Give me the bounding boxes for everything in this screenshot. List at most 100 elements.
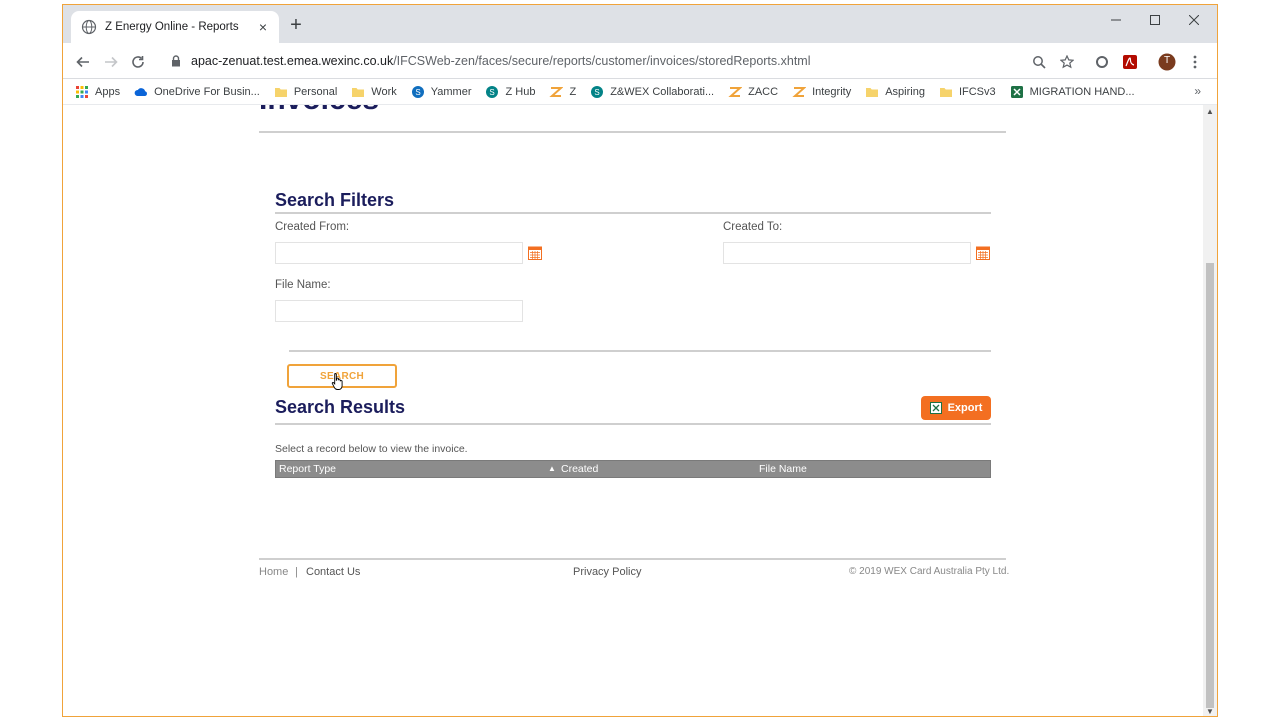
browser-window: Z Energy Online - Reports × + apac-zenua… [62, 4, 1218, 717]
reload-icon [132, 56, 144, 68]
more-vert-icon [1193, 55, 1197, 69]
folder-icon [939, 87, 952, 97]
bookmark-item[interactable]: Apps [75, 85, 120, 99]
bookmark-item[interactable]: OneDrive For Busin... [134, 85, 260, 99]
footer-copyright: © 2019 WEX Card Australia Pty Ltd. [849, 566, 1010, 577]
bookmark-item[interactable]: ZACC [728, 85, 778, 99]
zoom-button[interactable] [1029, 52, 1049, 72]
bookmark-label: Yammer [430, 85, 472, 98]
scroll-down-arrow-icon[interactable]: ▼ [1206, 707, 1214, 716]
file-name-input[interactable] [275, 300, 523, 322]
bookmark-item[interactable]: Personal [274, 85, 337, 99]
footer-separator: | [295, 566, 298, 578]
bookmark-label: Apps [95, 85, 121, 98]
bookmark-label: Work [371, 85, 397, 98]
file-name-label: File Name: [275, 279, 331, 291]
folder-icon [866, 87, 879, 97]
footer-contact-link[interactable]: Contact Us [306, 566, 360, 578]
results-table-header: Report Type ▲ Created File Name [275, 460, 991, 478]
created-to-label: Created To: [723, 221, 783, 233]
column-created[interactable]: Created [561, 463, 598, 475]
bookmark-label: MIGRATION HAND... [1029, 85, 1135, 98]
tab-reports[interactable]: Z Energy Online - Reports × [71, 11, 279, 43]
z-logo-icon [549, 86, 564, 97]
browser-toolbar: apac-zenuat.test.emea.wexinc.co.uk/IFCSW… [63, 43, 1217, 79]
reload-button[interactable] [126, 50, 150, 74]
calendar-icon[interactable] [528, 246, 542, 260]
arrow-left-icon [76, 56, 89, 68]
bookmark-item[interactable]: Aspiring [865, 85, 925, 99]
bookmark-label: Z Hub [505, 85, 536, 98]
excel-icon [1010, 85, 1023, 98]
new-tab-button[interactable]: + [285, 15, 307, 37]
column-report-type[interactable]: Report Type [279, 463, 336, 475]
address-bar[interactable]: apac-zenuat.test.emea.wexinc.co.uk/IFCSW… [159, 47, 1059, 75]
page-title: Invoices [259, 105, 379, 117]
tab-close-icon[interactable]: × [255, 19, 271, 35]
bookmark-item[interactable]: Work [351, 85, 397, 99]
star-icon [1060, 55, 1074, 69]
profile-button[interactable]: T [1157, 52, 1177, 72]
acrobat-icon [1123, 55, 1137, 69]
footer-privacy-link[interactable]: Privacy Policy [573, 566, 641, 578]
bookmark-item[interactable]: IFCSv3 [939, 85, 996, 99]
heading-divider [259, 131, 1006, 133]
globe-icon [81, 19, 97, 35]
url-text: apac-zenuat.test.emea.wexinc.co.uk/IFCSW… [191, 54, 811, 68]
created-from-input[interactable] [275, 242, 523, 264]
bookmark-label: IFCSv3 [958, 85, 996, 98]
bookmark-label: Z&WEX Collaborati... [610, 85, 715, 98]
back-button[interactable] [71, 50, 95, 74]
forward-button[interactable] [99, 50, 123, 74]
cloud-icon [134, 87, 148, 96]
bookmark-label: ZACC [748, 85, 779, 98]
bookmark-item[interactable]: S Z&WEX Collaborati... [590, 85, 714, 99]
export-button[interactable]: Export [921, 396, 991, 420]
page-viewport: Invoices Search Filters Created From: Cr… [63, 105, 1203, 716]
close-window-button[interactable] [1171, 5, 1217, 35]
calendar-icon[interactable] [976, 246, 990, 260]
created-from-label: Created From: [275, 221, 350, 233]
search-results-title: Search Results [275, 397, 406, 417]
apps-grid-icon [76, 85, 88, 98]
search-filters-title: Search Filters [275, 190, 395, 210]
minimize-icon [1111, 19, 1121, 21]
folder-icon [274, 87, 287, 97]
filters-bottom-divider [289, 350, 991, 352]
close-icon [1189, 15, 1199, 25]
bookmark-item[interactable]: S Z Hub [485, 85, 535, 99]
menu-button[interactable] [1185, 52, 1205, 72]
bookmark-label: Integrity [812, 85, 852, 98]
desktop-left [0, 0, 62, 720]
bookmarks-overflow-button[interactable]: » [1194, 84, 1201, 98]
folder-icon [352, 87, 365, 97]
results-hint: Select a record below to view the invoic… [275, 443, 468, 455]
footer-divider [259, 558, 1006, 560]
page-scrollbar[interactable]: ▲ ▼ [1203, 105, 1217, 716]
scroll-thumb[interactable] [1206, 263, 1214, 708]
scroll-up-arrow-icon[interactable]: ▲ [1206, 107, 1214, 116]
bookmark-star-button[interactable] [1057, 52, 1077, 72]
yammer-icon: S [411, 85, 424, 98]
svg-text:S: S [595, 88, 600, 97]
bookmark-item[interactable]: Integrity [792, 85, 851, 99]
svg-text:S: S [490, 88, 495, 97]
bookmark-label: OneDrive For Busin... [154, 85, 260, 98]
profile-initial: T [1163, 55, 1171, 66]
svg-text:S: S [415, 88, 420, 97]
created-to-input[interactable] [723, 242, 971, 264]
magnifier-icon [1033, 56, 1046, 69]
bookmark-label: Z [569, 85, 577, 98]
circle-extension-icon [1096, 56, 1108, 68]
results-divider [275, 423, 991, 425]
column-file-name[interactable]: File Name [759, 463, 807, 475]
extension-button[interactable] [1092, 52, 1112, 72]
footer-home-link[interactable]: Home [259, 566, 288, 578]
export-button-label: Export [947, 402, 983, 414]
bookmark-item[interactable]: S Yammer [411, 85, 472, 99]
pdf-extension-button[interactable] [1120, 52, 1140, 72]
bookmark-item[interactable]: MIGRATION HAND... [1010, 85, 1135, 99]
desktop-right [1218, 0, 1280, 720]
bookmark-item[interactable]: Z [549, 85, 576, 99]
sharepoint-icon: S [486, 85, 499, 98]
